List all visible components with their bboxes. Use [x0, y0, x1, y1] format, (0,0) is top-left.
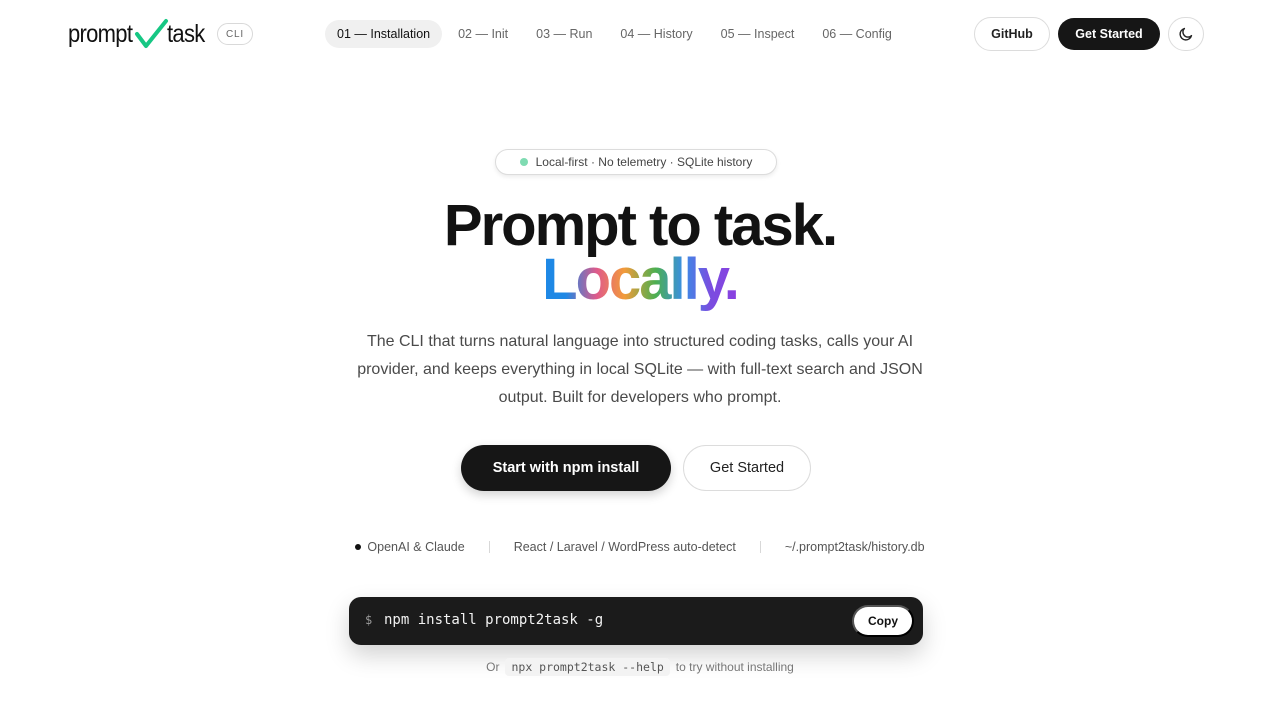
hero-title-line2: Locally. [542, 247, 740, 312]
nav-item-init[interactable]: 02 — Init [446, 20, 520, 48]
feature-list: OpenAI & Claude React / Laravel / WordPr… [0, 537, 1280, 557]
nav-item-config[interactable]: 06 — Config [810, 20, 903, 48]
header-get-started-button[interactable]: Get Started [1058, 18, 1160, 50]
nav-item-history[interactable]: 04 — History [608, 20, 704, 48]
hero-title-gradient: Locally. [0, 246, 1280, 314]
cli-badge: CLI [217, 23, 253, 45]
feature-history-path: ~/.prompt2task/history.db [784, 540, 925, 554]
logo-text-right: task [167, 19, 205, 48]
hero-description: The CLI that turns natural language into… [357, 333, 923, 406]
divider [488, 541, 490, 553]
section-nav: 01 — Installation 02 — Init 03 — Run 04 … [325, 20, 908, 48]
npx-hint: Or npx prompt2task --help to try without… [0, 657, 1280, 677]
tagline-text: Local-first · No telemetry · SQLite hist… [535, 155, 753, 169]
divider [759, 541, 761, 553]
logo[interactable]: prompt task [68, 17, 210, 51]
nav-item-inspect[interactable]: 05 — Inspect [709, 20, 807, 48]
bullet-icon [355, 544, 362, 550]
nav-item-run[interactable]: 03 — Run [524, 20, 604, 48]
terminal-command[interactable]: npm install prompt2task -g [384, 612, 603, 628]
npm-install-button[interactable]: Start with npm install [461, 445, 671, 491]
nav-item-installation[interactable]: 01 — Installation [325, 20, 443, 48]
terminal-prompt: $ [365, 613, 373, 627]
copy-button[interactable]: Copy [852, 605, 914, 637]
install-terminal: $ npm install prompt2task -g Copy [349, 597, 923, 645]
status-dot-icon [519, 158, 528, 166]
tagline-pill: Local-first · No telemetry · SQLite hist… [495, 149, 777, 175]
feature-providers: OpenAI & Claude [355, 540, 465, 554]
logo-text-left: prompt [68, 19, 133, 48]
check-icon [135, 19, 169, 48]
get-started-button[interactable]: Get Started [683, 445, 811, 491]
hint-code: npx prompt2task --help [505, 658, 670, 676]
site-header: prompt task CLI 01 — Installation 02 — I… [0, 0, 1280, 68]
github-button[interactable]: GitHub [974, 17, 1050, 51]
moon-icon [1179, 27, 1193, 41]
hint-suffix: to try without installing [675, 660, 794, 674]
hint-prefix: Or [486, 660, 500, 674]
feature-auto-detect: React / Laravel / WordPress auto-detect [513, 540, 736, 554]
theme-toggle-button[interactable] [1168, 17, 1204, 51]
